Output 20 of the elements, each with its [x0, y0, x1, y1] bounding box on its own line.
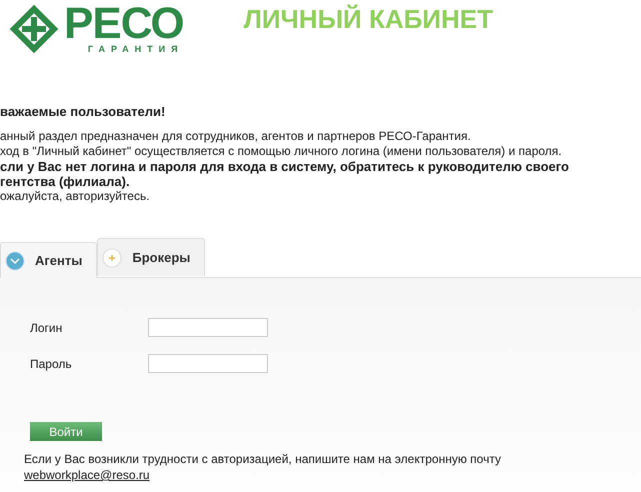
tab[interactable]: Агенты: [0, 242, 98, 278]
field-label: Логин: [30, 320, 64, 334]
intro-text: сли у Вас нет логина и пароля для входа в систему, обратитесь к руководителю своего: [0, 159, 570, 174]
intro-text: ожалуйста, авторизуйтесь.: [0, 189, 151, 204]
logo-icon: [10, 5, 58, 53]
help-text: Если у Вас возникли трудности с авторизацией, напишите нам на электронную почту: [24, 452, 501, 466]
page-title: ЛИЧНЫЙ КАБИНЕТ: [244, 4, 493, 34]
email-link[interactable]: webworkplace@reso.ru: [24, 468, 150, 482]
intro-text: ход в "Личный кабинет" осуществляется с помощью личного логина (имени пользователя) и пароля.: [0, 144, 563, 159]
logo-subtext: ГАРАНТИЯ: [88, 44, 184, 54]
intro-text: важаемые пользователи!: [0, 104, 166, 119]
intro-text: гентства (филиала).: [0, 174, 131, 189]
tab[interactable]: Брокеры: [97, 238, 206, 276]
field-label: Пароль: [30, 356, 73, 370]
logo-text: РЕСО: [64, 4, 184, 44]
input-field[interactable]: [148, 318, 268, 337]
plus-icon: [102, 248, 122, 268]
input-field[interactable]: [148, 354, 268, 373]
circle-icon: [5, 250, 25, 270]
intro-text: анный раздел предназначен для сотрудников, агентов и партнеров РЕСО-Гарантия.: [0, 129, 472, 144]
